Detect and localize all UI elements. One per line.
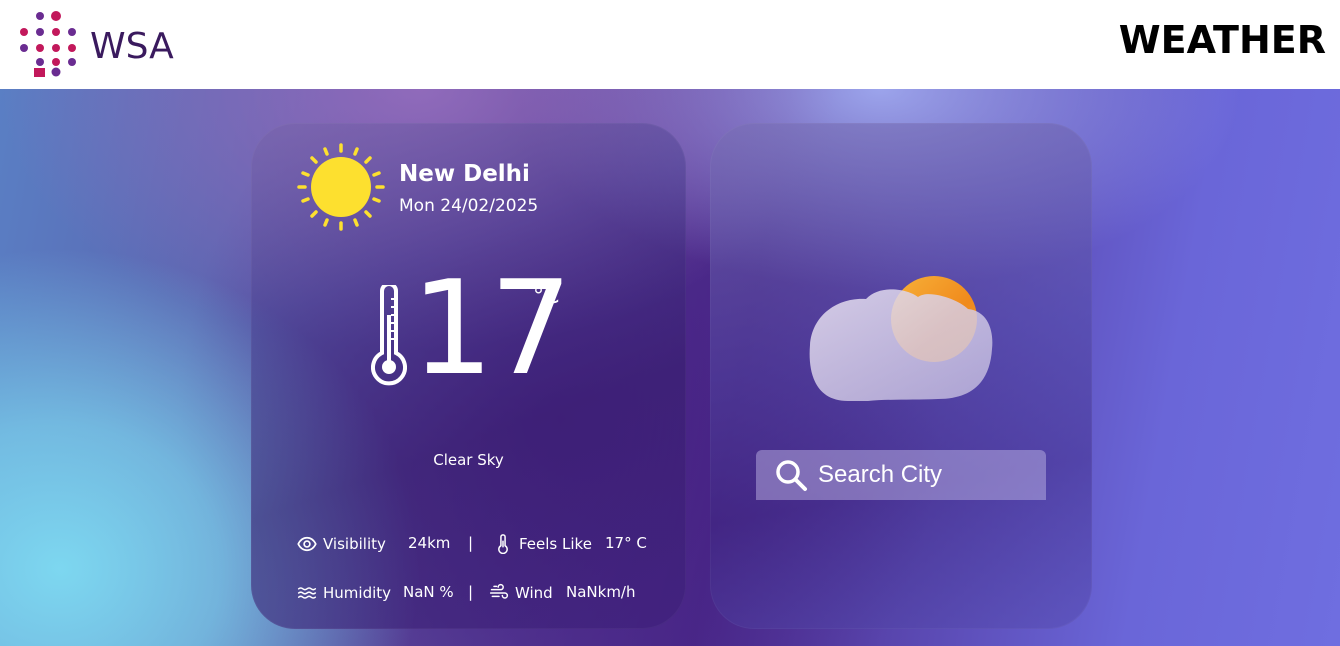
search-city-input[interactable]	[818, 455, 1038, 495]
sun-icon	[297, 143, 385, 231]
thermometer-small-icon	[498, 534, 508, 554]
search-card	[710, 123, 1092, 629]
humidity-value: NaN %	[403, 583, 454, 601]
feels-like-label: Feels Like	[519, 535, 592, 553]
visibility-value: 24km	[408, 534, 451, 552]
wind-label: Wind	[515, 584, 553, 602]
current-date: Mon 24/02/2025	[399, 196, 539, 216]
search-box[interactable]	[756, 450, 1046, 500]
wsa-logo-mark: WSA	[20, 11, 174, 77]
temperature-unit: °C	[533, 284, 560, 309]
temperature-value: 17	[411, 252, 572, 404]
visibility-label: Visibility	[323, 535, 386, 553]
wind-icon	[489, 583, 509, 599]
feels-like-value: 17° C	[605, 534, 647, 552]
current-weather-card: New Delhi Mon 24/02/2025 17 °C Clear Sky	[251, 123, 686, 629]
weather-condition: Clear Sky	[433, 451, 504, 469]
humidity-stat: Humidity	[297, 583, 391, 603]
feels-like-stat: Feels Like	[493, 534, 592, 554]
stats-separator: |	[468, 534, 474, 552]
page-title: WEATHER	[1118, 18, 1326, 62]
logo-text: WSA	[90, 26, 174, 67]
stats-separator-2: |	[468, 583, 474, 601]
weather-hero: New Delhi Mon 24/02/2025 17 °C Clear Sky	[0, 89, 1340, 646]
city-name: New Delhi	[399, 161, 530, 187]
search-icon[interactable]	[774, 458, 808, 492]
eye-icon	[297, 536, 317, 552]
wind-value: NaNkm/h	[566, 583, 636, 601]
wind-stat: Wind	[489, 583, 553, 603]
top-header: WSA WEATHER	[0, 0, 1340, 89]
cloud-sun-icon	[809, 276, 993, 401]
visibility-stat: Visibility	[297, 534, 386, 554]
thermometer-icon	[371, 285, 407, 386]
humidity-label: Humidity	[323, 584, 392, 602]
humidity-waves-icon	[297, 587, 317, 599]
wsa-logo[interactable]: WSA	[14, 10, 204, 78]
